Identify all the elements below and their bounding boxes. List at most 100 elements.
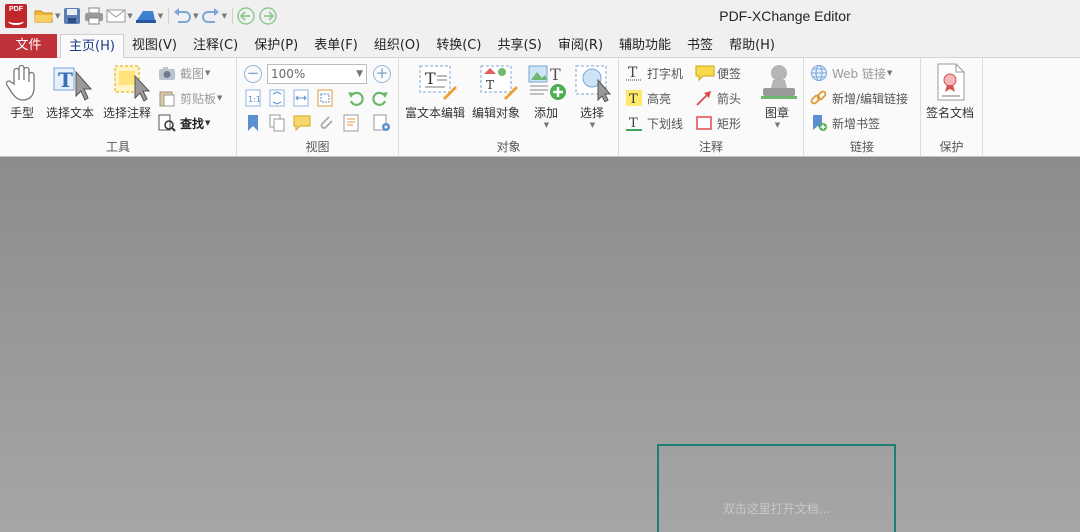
zoom-in-icon[interactable]: +: [373, 65, 391, 83]
file-menu-tab[interactable]: 文件: [0, 34, 57, 58]
tab-comment[interactable]: 注释(C): [185, 34, 246, 58]
attachments-panel-icon[interactable]: [317, 114, 333, 132]
sign-document-label: 签名文档: [926, 106, 975, 120]
zoom-level-select[interactable]: 100% ▼: [267, 64, 367, 84]
add-edit-link-button[interactable]: 新增/编辑链接: [810, 87, 908, 109]
rich-text-edit-button[interactable]: T 富文本编辑: [405, 62, 465, 121]
svg-text:1:1: 1:1: [248, 95, 261, 104]
edit-object-icon: T: [478, 62, 518, 102]
rectangle-icon: [695, 114, 713, 132]
group-tools: 手型 T 选择文本 选择注释 截图 ▼ 剪贴板 ▼ 查找 ▼ 工具: [0, 58, 237, 157]
tab-protect[interactable]: 保护(P): [246, 34, 306, 58]
typewriter-icon: T: [625, 64, 643, 82]
rotate-right-icon[interactable]: [371, 89, 388, 107]
ribbon-tabs: 主页(H) 视图(V) 注释(C) 保护(P) 表单(F) 组织(O) 转换(C…: [60, 34, 783, 59]
hand-icon: [4, 62, 40, 102]
document-workspace[interactable]: 双击这里打开文档...: [0, 158, 1080, 532]
sticky-note-button[interactable]: 便签: [695, 62, 741, 84]
group-protect-label: 保护: [939, 140, 964, 154]
select-object-label: 选择: [579, 106, 604, 120]
rotate-left-icon[interactable]: [347, 89, 364, 107]
tab-view[interactable]: 视图(V): [124, 34, 185, 58]
group-comments-label: 注释: [698, 140, 723, 154]
underline-button[interactable]: T 下划线: [625, 112, 683, 134]
fit-page-icon[interactable]: [269, 89, 285, 107]
select-text-icon: T: [52, 62, 93, 102]
web-links-button[interactable]: Web 链接 ▼: [810, 62, 892, 84]
select-text-button[interactable]: T 选择文本: [46, 62, 94, 121]
chevron-down-icon: ▼: [356, 69, 363, 79]
open-document-drop-zone[interactable]: 双击这里打开文档...: [657, 444, 896, 532]
group-comments: T 打字机 便签 T 高亮 箭头 T 下划线 矩形 图章 ▼ 注释: [619, 58, 804, 157]
tab-convert[interactable]: 转换(C): [428, 34, 489, 58]
view-settings-icon[interactable]: [373, 114, 390, 132]
typewriter-button[interactable]: T 打字机: [625, 62, 683, 84]
clipboard-icon: [158, 89, 176, 107]
stamp-label: 图章: [764, 106, 789, 120]
tab-form[interactable]: 表单(F): [306, 34, 366, 58]
fit-width-icon[interactable]: [293, 89, 309, 107]
sticky-note-icon: [695, 64, 715, 82]
tab-bookmarks[interactable]: 书签: [679, 34, 721, 58]
tab-accessibility[interactable]: 辅助功能: [611, 34, 679, 58]
sign-document-button[interactable]: 签名文档: [926, 62, 974, 121]
select-object-button[interactable]: 选择 ▼: [574, 62, 612, 129]
sticky-note-label: 便签: [717, 66, 742, 81]
select-annotation-button[interactable]: 选择注释: [103, 62, 151, 121]
find-button[interactable]: 查找 ▼: [158, 112, 210, 134]
group-links: Web 链接 ▼ 新增/编辑链接 新增书签 链接: [804, 58, 921, 157]
svg-text:T: T: [425, 69, 436, 88]
rectangle-button[interactable]: 矩形: [695, 112, 741, 134]
hand-tool-button[interactable]: 手型: [4, 62, 40, 121]
rich-text-edit-icon: T: [417, 62, 457, 102]
arrow-label: 箭头: [717, 91, 742, 106]
open-document-hint: 双击这里打开文档...: [722, 502, 831, 516]
arrow-button[interactable]: 箭头: [695, 87, 741, 109]
snapshot-button[interactable]: 截图 ▼: [158, 62, 210, 84]
zoom-out-icon[interactable]: −: [244, 65, 262, 83]
group-view-label: 视图: [305, 140, 330, 154]
clipboard-label: 剪贴板: [180, 91, 217, 106]
group-links-label: 链接: [849, 140, 874, 154]
sign-document-icon: [932, 62, 968, 102]
svg-text:T: T: [58, 68, 73, 92]
tab-home[interactable]: 主页(H): [60, 34, 124, 59]
stamp-button[interactable]: 图章 ▼: [759, 62, 797, 129]
add-object-label: 添加: [533, 106, 558, 120]
globe-icon: [810, 64, 828, 82]
highlight-button[interactable]: T 高亮: [625, 87, 671, 109]
group-objects-label: 对象: [496, 140, 521, 154]
comments-panel-icon[interactable]: [293, 114, 311, 132]
add-object-button[interactable]: T 添加 ▼: [528, 62, 566, 129]
select-object-icon: [574, 62, 612, 103]
tab-organize[interactable]: 组织(O): [366, 34, 428, 58]
rectangle-label: 矩形: [717, 116, 742, 131]
group-protect: 签名文档 保护: [921, 58, 983, 157]
clipboard-button[interactable]: 剪贴板 ▼: [158, 87, 222, 109]
add-edit-link-label: 新增/编辑链接: [832, 91, 909, 106]
edit-object-button[interactable]: T 编辑对象: [472, 62, 520, 121]
svg-text:T: T: [628, 65, 638, 81]
tab-help[interactable]: 帮助(H): [721, 34, 783, 58]
fit-visible-icon[interactable]: [317, 89, 333, 107]
arrow-icon: [695, 89, 713, 107]
properties-panel-icon[interactable]: [343, 114, 359, 132]
web-links-label: Web 链接: [832, 66, 886, 81]
title-bar: PDF ▼ ▼ ▼ ▼ ▼ PDF-XChange Editor: [0, 0, 1080, 32]
stamp-icon: [759, 62, 797, 102]
typewriter-label: 打字机: [647, 66, 684, 81]
svg-text:T: T: [486, 78, 494, 92]
actual-size-icon[interactable]: 1:1: [245, 89, 261, 107]
pages-panel-icon[interactable]: [269, 114, 285, 132]
add-object-icon: T: [528, 62, 566, 102]
group-objects: T 富文本编辑 T 编辑对象 T 添加 ▼ 选择 ▼ 对象: [399, 58, 619, 157]
select-annotation-icon: [109, 62, 151, 102]
tab-review[interactable]: 审阅(R): [550, 34, 611, 58]
window-title: PDF-XChange Editor: [719, 8, 851, 24]
add-bookmark-icon: [810, 114, 828, 132]
zoom-level-value: 100%: [271, 67, 306, 81]
menu-bar: 文件 主页(H) 视图(V) 注释(C) 保护(P) 表单(F) 组织(O) 转…: [0, 32, 1080, 59]
tab-share[interactable]: 共享(S): [489, 34, 549, 58]
bookmarks-panel-icon[interactable]: [245, 114, 261, 132]
add-bookmark-button[interactable]: 新增书签: [810, 112, 880, 134]
